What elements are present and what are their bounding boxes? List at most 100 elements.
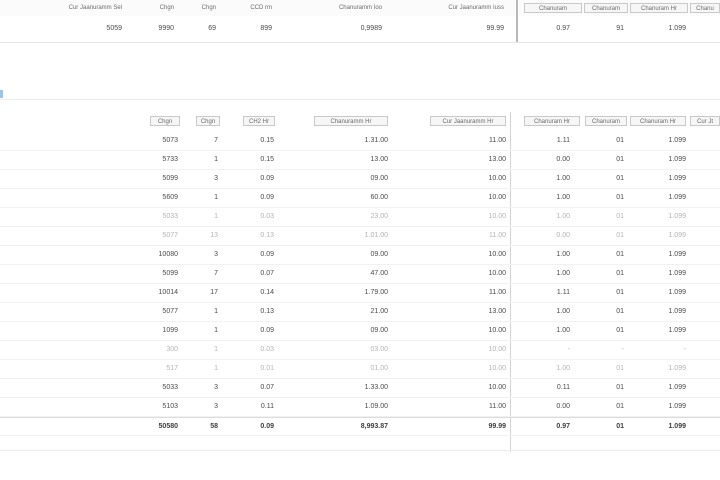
table-cell: 58	[210, 423, 218, 430]
summary-cell: 1.099	[668, 25, 686, 32]
frozen-column-divider[interactable]	[516, 0, 518, 42]
table-cell: 0.09	[260, 327, 274, 334]
table-cell: 01	[616, 232, 624, 239]
summary-col-header[interactable]: Chgn	[130, 3, 174, 13]
table-cell: 01	[616, 289, 624, 296]
summary-divider-line	[0, 42, 720, 43]
table-cell: 01	[616, 365, 624, 372]
table-cell: 01	[616, 156, 624, 163]
table-cell: 3	[214, 403, 218, 410]
table-cell: 11.00	[489, 403, 506, 410]
table-cell: 10.00	[488, 194, 506, 201]
table-cell: 0.03	[260, 346, 274, 353]
table-cell: 01	[616, 403, 624, 410]
table-cell: 10.00	[488, 346, 506, 353]
table-cell	[690, 212, 720, 222]
table-cell: 1.09.00	[364, 403, 388, 410]
table-row[interactable]: 5033 3 0.07 1.33.00 10.00 0.11 01 1.099	[0, 379, 720, 398]
summary-cell: 9990	[158, 25, 174, 32]
summary-col-header[interactable]: Chanuram Hr	[630, 3, 688, 13]
summary-col-header[interactable]: Chanuram	[584, 3, 628, 13]
detail-col-header[interactable]: Chgn	[196, 116, 220, 126]
table-row[interactable]: 10014 17 0.14 1.79.00 11.00 1.11 01 1.099	[0, 284, 720, 303]
table-cell: -	[683, 346, 686, 353]
table-row[interactable]: 517 1 0.01 01.00 10.00 1.00 01 1.099	[0, 360, 720, 379]
table-cell: 5099	[162, 175, 178, 182]
table-row[interactable]: 5033 1 0.03 23.00 10.00 1.00 01 1.099	[0, 208, 720, 227]
detail-col-header[interactable]: Chanuram Hr	[524, 116, 580, 126]
table-cell	[690, 269, 720, 279]
table-cell: 0.00	[556, 156, 570, 163]
table-cell: 1.00	[556, 213, 570, 220]
table-cell: 1	[214, 213, 218, 220]
table-cell: 1.099	[668, 270, 686, 277]
table-cell: 1.01.00	[364, 232, 388, 239]
table-cell	[690, 193, 720, 203]
table-cell	[690, 364, 720, 374]
table-cell: 517	[166, 365, 178, 372]
table-row[interactable]: 5103 3 0.11 1.09.00 11.00 0.00 01 1.099	[0, 398, 720, 417]
table-cell: 5077	[162, 232, 178, 239]
table-cell: 10.00	[488, 384, 506, 391]
table-row[interactable]: 10080 3 0.09 09.00 10.00 1.00 01 1.099	[0, 246, 720, 265]
table-cell: 09.00	[370, 175, 388, 182]
table-cell: 1.099	[668, 365, 686, 372]
table-cell: 7	[214, 270, 218, 277]
table-row[interactable]: 5733 1 0.15 13.00 13.00 0.00 01 1.099	[0, 151, 720, 170]
summary-cell: 0,9989	[360, 25, 382, 32]
table-cell: 1	[214, 156, 218, 163]
table-row[interactable]: 5099 3 0.09 09.00 10.00 1.00 01 1.099	[0, 170, 720, 189]
table-cell: 1.31.00	[364, 137, 388, 144]
detail-col-header[interactable]: Chanuram	[585, 116, 627, 126]
summary-col-header[interactable]: Chgn	[180, 3, 216, 13]
table-cell: 09.00	[370, 327, 388, 334]
detail-col-header[interactable]: Cur Jaanuramm Hr	[430, 116, 506, 126]
table-cell: 5073	[162, 137, 178, 144]
table-row[interactable]: 1099 1 0.09 09.00 10.00 1.00 01 1.099	[0, 322, 720, 341]
table-cell: 1.099	[668, 384, 686, 391]
detail-col-header[interactable]: Chanuramm Hr	[314, 116, 388, 126]
table-cell: 0.00	[556, 232, 570, 239]
table-cell: 1	[214, 194, 218, 201]
table-cell: 1	[214, 365, 218, 372]
table-row[interactable]: 5077 13 0.13 1.01.00 11.00 0.00 01 1.099	[0, 227, 720, 246]
summary-cell	[690, 24, 720, 34]
summary-col-header[interactable]: Cur Jaanuramm Sel	[20, 3, 122, 13]
table-cell: 11.00	[489, 137, 506, 144]
table-cell: 13.00	[488, 156, 506, 163]
table-row[interactable]: 5099 7 0.07 47.00 10.00 1.00 01 1.099	[0, 265, 720, 284]
summary-col-header[interactable]: CCD rm	[222, 3, 272, 13]
table-cell: 10.00	[488, 175, 506, 182]
table-cell: 11.00	[489, 232, 506, 239]
summary-cell: 5059	[106, 25, 122, 32]
table-cell	[690, 231, 720, 241]
summary-col-header[interactable]: Cur Jaanuramm Iuss	[398, 3, 504, 13]
table-cell: 5033	[162, 384, 178, 391]
table-cell: 21.00	[370, 308, 388, 315]
table-cell: 1.00	[556, 251, 570, 258]
summary-col-header[interactable]: Chanuram	[524, 3, 582, 13]
summary-col-header[interactable]: Chanu	[690, 3, 720, 13]
table-row[interactable]: 5077 1 0.13 21.00 13.00 1.00 01 1.099	[0, 303, 720, 322]
detail-col-header[interactable]: CH2 Hr	[243, 116, 275, 126]
summary-cell: 0.97	[556, 25, 570, 32]
table-row[interactable]: 5609 1 0.09 60.00 10.00 1.00 01 1.099	[0, 189, 720, 208]
table-row[interactable]: 300 1 0.03 03.00 10.00 - - -	[0, 341, 720, 360]
table-cell: 10080	[158, 251, 178, 258]
table-cell	[690, 174, 720, 184]
table-cell: 17	[210, 289, 218, 296]
summary-col-header[interactable]: Chanuramm Ioo	[290, 3, 382, 13]
table-cell: 1.33.00	[364, 384, 388, 391]
table-cell: 300	[166, 346, 178, 353]
table-cell: 1.099	[668, 251, 686, 258]
table-cell: 1.00	[556, 308, 570, 315]
table-cell: 0.15	[260, 137, 274, 144]
detail-total-row[interactable]: 50580 58 0.09 8,993.87 99.99 0.97 01 1.099	[0, 417, 720, 436]
table-cell: 1.099	[668, 213, 686, 220]
table-row[interactable]: 5073 7 0.15 1.31.00 11.00 1.11 01 1.099	[0, 132, 720, 151]
detail-col-header[interactable]: Chanuram Hr	[630, 116, 686, 126]
detail-col-header[interactable]: Chgn	[150, 116, 180, 126]
table-cell: 1.11	[556, 289, 570, 296]
detail-col-header[interactable]: Cur Jt	[690, 116, 720, 126]
section-marker	[0, 90, 3, 98]
